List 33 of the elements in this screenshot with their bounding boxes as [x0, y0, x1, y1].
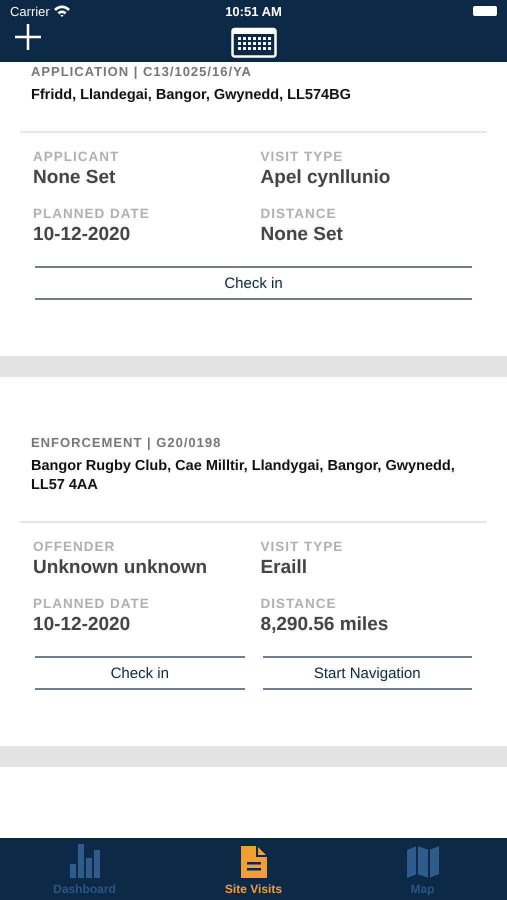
field-value: None Set — [260, 223, 344, 247]
action-button[interactable]: Start Navigation — [262, 656, 472, 690]
field-value: Apel cynllunio — [260, 166, 392, 190]
tab-bar-item[interactable]: Site Visits — [169, 838, 338, 900]
carrier-label: Carrier — [10, 4, 50, 18]
status-time: 10:51 AM — [225, 4, 282, 18]
field-label: PLANNED DATE — [33, 205, 151, 223]
field-label: VISIT TYPE — [260, 538, 344, 556]
field-value: Eraill — [260, 556, 308, 580]
add-icon[interactable] — [15, 24, 41, 50]
action-button[interactable]: Check in — [35, 656, 244, 690]
field-value: Unknown unknown — [33, 556, 208, 580]
visit-reference: APPLICATION | C13/1025/16/YA — [31, 64, 253, 80]
visit-address: Ffridd, Llandegai, Bangor, Gwynedd, LL574BG — [31, 86, 352, 105]
field-label: VISIT TYPE — [260, 148, 344, 166]
map-icon — [406, 846, 438, 878]
battery-icon — [473, 6, 497, 16]
visit-reference: ENFORCEMENT | G20/0198 — [31, 435, 222, 451]
field-label: PLANNED DATE — [33, 595, 151, 613]
visit-address: Bangor Rugby Club, Cae Milltir, Llandygai, Bangor, Gwynedd, LL57 4AA — [31, 457, 456, 495]
field-label: OFFENDER — [33, 538, 116, 556]
field-label: DISTANCE — [260, 595, 338, 613]
document-icon — [240, 846, 266, 878]
field-label: DISTANCE — [260, 205, 338, 223]
field-label: APPLICANT — [33, 148, 120, 166]
action-button[interactable]: Check in — [35, 266, 472, 300]
field-value: None Set — [33, 166, 116, 190]
bar-chart-icon — [70, 844, 100, 878]
field-value: 8,290.56 miles — [260, 613, 390, 637]
field-value: 10-12-2020 — [33, 613, 132, 637]
calendar-icon[interactable] — [230, 26, 276, 58]
field-value: 10-12-2020 — [33, 223, 132, 247]
wifi-icon — [54, 5, 70, 17]
